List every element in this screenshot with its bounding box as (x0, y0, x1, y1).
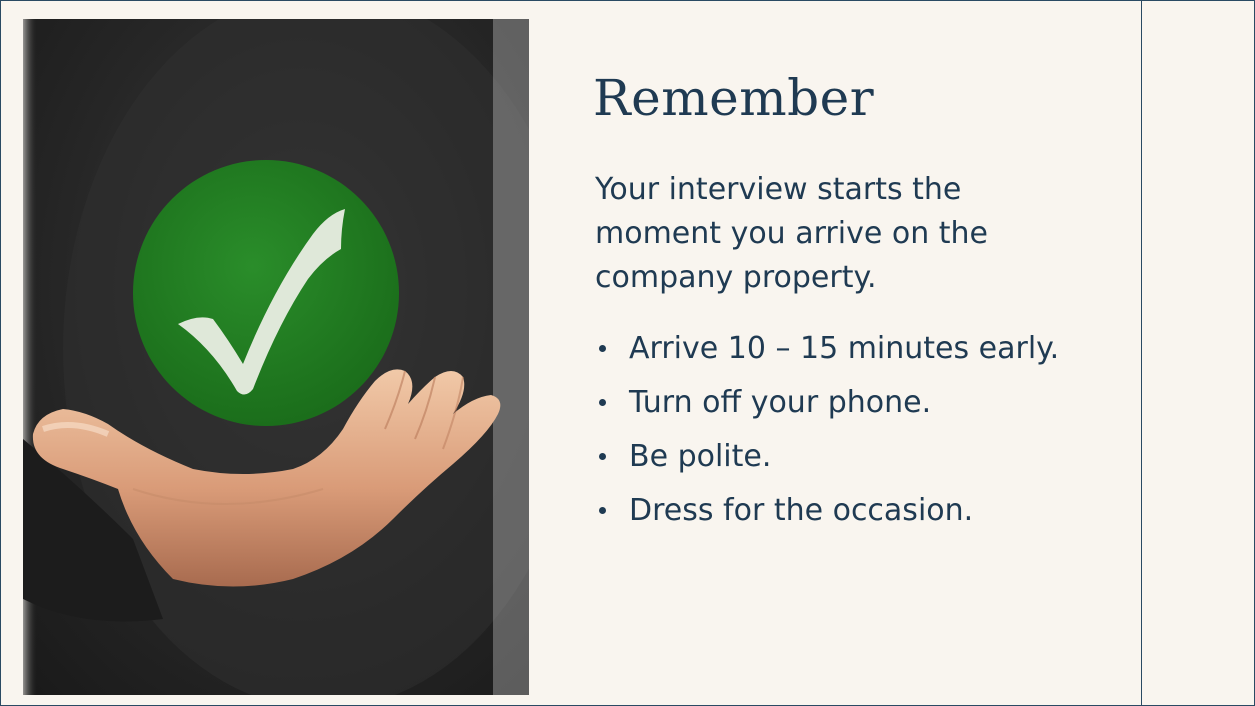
hand-checkmark-photo (23, 19, 529, 695)
list-item-text: Arrive 10 – 15 minutes early. (629, 331, 1060, 366)
list-item-text: Be polite. (629, 439, 772, 474)
tips-list: Arrive 10 – 15 minutes early. Turn off y… (595, 327, 1095, 543)
intro-text: Your interview starts the moment you arr… (595, 172, 988, 295)
list-item: Dress for the occasion. (595, 489, 1095, 532)
list-item: Turn off your phone. (595, 381, 1095, 424)
list-item-text: Turn off your phone. (629, 385, 932, 420)
list-item-text: Dress for the occasion. (629, 493, 974, 528)
bullet-icon (599, 453, 606, 460)
bullet-icon (599, 399, 606, 406)
list-item: Arrive 10 – 15 minutes early. (595, 327, 1095, 370)
checkmark-icon (133, 160, 399, 426)
slide: Remember Your interview starts the momen… (0, 0, 1255, 706)
vertical-divider (1141, 1, 1142, 705)
bullet-icon (599, 507, 606, 514)
hand-checkmark-illustration (23, 19, 529, 695)
slide-title: Remember (593, 69, 875, 127)
bullet-icon (599, 345, 606, 352)
list-item: Be polite. (595, 435, 1095, 478)
